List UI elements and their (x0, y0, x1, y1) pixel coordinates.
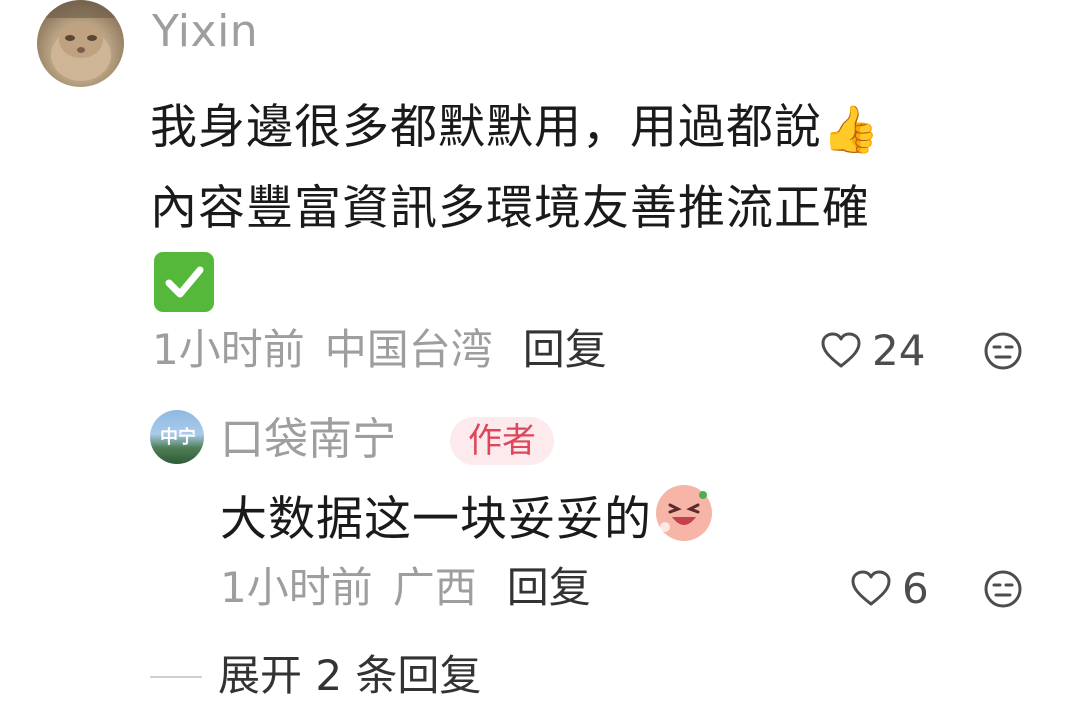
heart-icon (851, 570, 891, 606)
reply-avatar-text: 中宁 (160, 427, 196, 448)
heart-icon (821, 332, 861, 368)
thumbs-up-icon: 👍 (822, 102, 881, 156)
like-button[interactable]: 6 (850, 560, 929, 616)
dislike-face-icon[interactable] (983, 569, 1023, 609)
reply-button[interactable]: 回复 (523, 325, 607, 374)
timestamp: 1小时前 (152, 325, 305, 374)
comment-text-line: 內容豐富資訊多環境友善推流正確 (150, 181, 870, 236)
location: 广西 (392, 563, 477, 612)
like-count: 24 (872, 325, 926, 375)
reply-meta: 1小时前 广西 回复 (220, 560, 591, 616)
comment-meta: 1小时前 中国台湾 回复 (152, 322, 607, 378)
reply-text-content: 大数据这一块妥妥的 (220, 492, 652, 547)
comment-text: 我身邊很多都默默用，用過都說👍 內容豐富資訊多環境友善推流正確 (150, 88, 1030, 329)
expand-divider (150, 676, 202, 678)
comment-text-line (150, 249, 1030, 329)
laughing-face-icon (656, 485, 712, 541)
location: 中国台湾 (324, 325, 493, 374)
cat-avatar-image (37, 0, 124, 81)
avatar[interactable] (37, 0, 124, 87)
expand-replies-button[interactable]: 展开 2 条回复 (218, 648, 481, 704)
reply-avatar[interactable]: 中宁 (150, 410, 204, 464)
comment-text-line1: 我身邊很多都默默用，用過都說 (150, 100, 822, 155)
check-mark-icon (154, 252, 214, 312)
reply-button[interactable]: 回复 (507, 563, 591, 612)
reply-text: 大数据这一块妥妥的 (220, 484, 712, 556)
like-button[interactable]: 24 (820, 322, 925, 378)
username[interactable]: Yixin (152, 6, 258, 58)
comment-text-line: 我身邊很多都默默用，用過都說👍 (150, 88, 1030, 169)
comment-thread: Yixin 我身邊很多都默默用，用過都說👍 內容豐富資訊多環境友善推流正確 1小… (0, 0, 1080, 727)
author-badge: 作者 (450, 417, 554, 465)
like-count: 6 (902, 563, 929, 613)
dislike-face-icon[interactable] (983, 331, 1023, 371)
reply-username[interactable]: 口袋南宁 (220, 410, 396, 470)
timestamp: 1小时前 (220, 563, 373, 612)
